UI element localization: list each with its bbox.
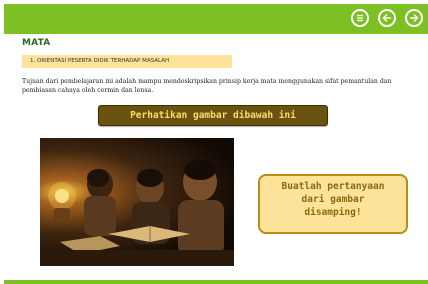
forward-arrow-icon (410, 14, 419, 22)
top-bar (4, 4, 428, 34)
forward-button[interactable] (405, 9, 423, 27)
notice-banner: Perhatikan gambar dibawah ini (98, 105, 328, 126)
menu-icon (357, 14, 363, 22)
bottom-bar (4, 280, 428, 284)
subject-title: MATA (22, 38, 51, 48)
prompt-line-1: Buatlah pertanyaan (281, 181, 385, 192)
prompt-line-3: disamping! (304, 207, 362, 218)
prompt-line-2: dari gambar (301, 194, 365, 205)
photo-illustration (40, 160, 234, 266)
prompt-box: Buatlah pertanyaan dari gambar disamping… (258, 174, 408, 234)
objective-paragraph: Tujuan dari pembelajaran ini adalah mamp… (22, 78, 392, 94)
menu-button[interactable] (351, 9, 369, 27)
back-arrow-icon (382, 14, 391, 22)
section-label: 1. ORIENTASI PESERTA DIDIK TERHADAP MASA… (22, 55, 232, 68)
children-reading-photo (40, 138, 234, 266)
back-button[interactable] (378, 9, 396, 27)
